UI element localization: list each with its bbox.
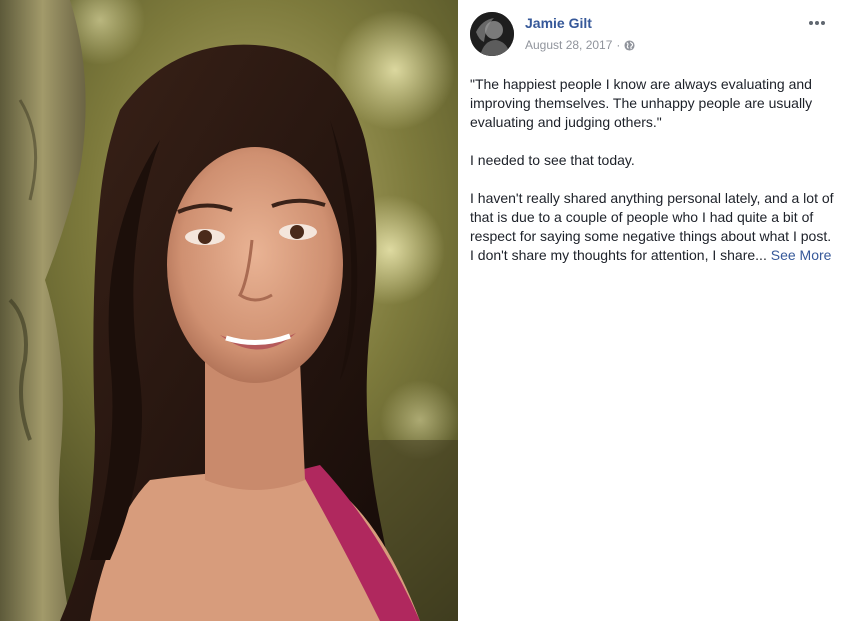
portrait-photo [0, 0, 458, 621]
post-paragraph-truncated: I haven't really shared anything persona… [470, 189, 834, 265]
photo-viewer: Jamie Gilt August 28, 2017 · "The happie… [0, 0, 842, 621]
post-header: Jamie Gilt August 28, 2017 · [470, 12, 830, 56]
meta-separator: · [616, 38, 621, 52]
post-photo[interactable] [0, 0, 458, 621]
avatar-image [470, 12, 514, 56]
globe-icon[interactable] [624, 39, 635, 51]
dot [821, 21, 825, 25]
post-meta: August 28, 2017 · [525, 38, 635, 52]
dot [809, 21, 813, 25]
avatar[interactable] [470, 12, 514, 56]
post-text: "The happiest people I know are always e… [470, 75, 834, 284]
dot [815, 21, 819, 25]
more-options-icon[interactable] [806, 16, 828, 30]
author-name[interactable]: Jamie Gilt [525, 15, 592, 31]
post-date[interactable]: August 28, 2017 [525, 38, 612, 52]
see-more-link[interactable]: See More [771, 247, 832, 263]
post-paragraph: I needed to see that today. [470, 152, 635, 168]
post-paragraph: "The happiest people I know are always e… [470, 76, 813, 130]
post-panel: Jamie Gilt August 28, 2017 · "The happie… [458, 0, 842, 621]
